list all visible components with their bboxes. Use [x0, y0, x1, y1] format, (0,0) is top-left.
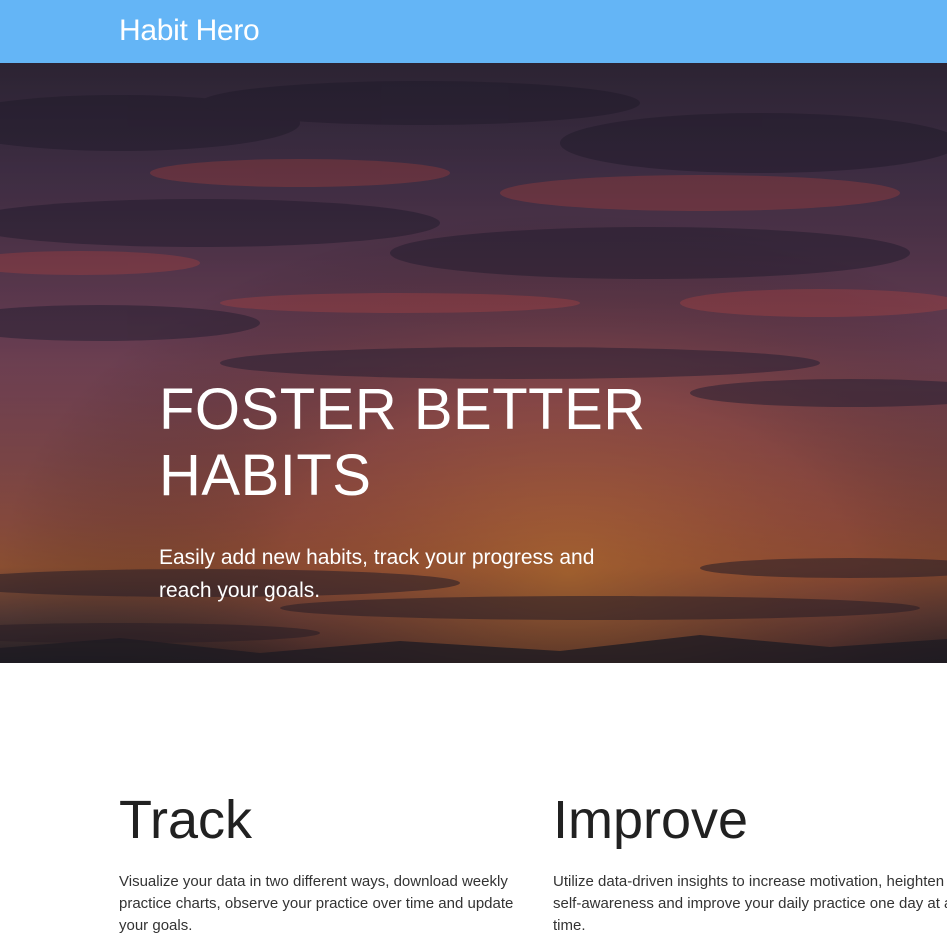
feature-text-track: Visualize your data in two different way… — [119, 873, 514, 934]
feature-title-track: Track — [119, 790, 252, 850]
hero-content: FOSTER BETTER HABITS Easily add new habi… — [159, 377, 659, 607]
hero-banner: FOSTER BETTER HABITS Easily add new habi… — [0, 63, 947, 663]
top-navbar: Habit Hero — [0, 0, 947, 63]
feature-text-improve: Utilize data-driven insights to increase… — [553, 873, 947, 934]
feature-improve: Improve Utilize data-driven insights to … — [553, 790, 947, 937]
hero-subtitle: Easily add new habits, track your progre… — [159, 546, 595, 602]
hero-title-line2: HABITS — [159, 443, 372, 508]
brand-logo-link[interactable]: Habit Hero — [119, 12, 260, 50]
feature-track: Track Visualize your data in two differe… — [119, 790, 519, 937]
hero-title-line1: FOSTER BETTER — [159, 377, 646, 442]
hero-title: FOSTER BETTER HABITS — [159, 377, 659, 509]
feature-title-improve: Improve — [553, 790, 749, 850]
